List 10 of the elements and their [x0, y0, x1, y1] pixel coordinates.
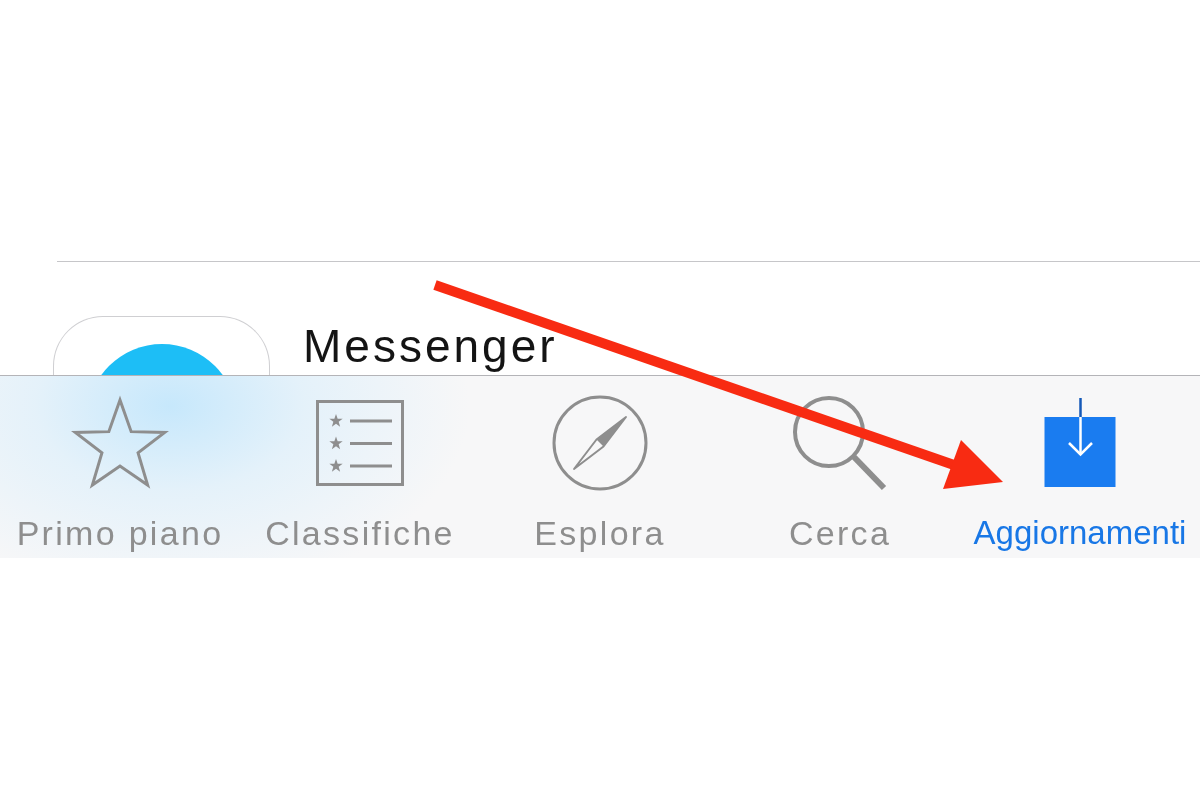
tab[interactable]: Aggiornamenti	[960, 376, 1200, 558]
star-icon	[70, 395, 170, 491]
search-icon	[792, 395, 888, 491]
download-icon	[1043, 398, 1117, 488]
tab[interactable]: Esplora	[480, 376, 720, 558]
compass-icon	[552, 395, 648, 491]
tab[interactable]: Classifiche	[240, 376, 480, 558]
tab[interactable]: Cerca	[720, 376, 960, 558]
ranked-list-icon	[316, 400, 404, 486]
tab[interactable]: Primo piano	[0, 376, 240, 558]
